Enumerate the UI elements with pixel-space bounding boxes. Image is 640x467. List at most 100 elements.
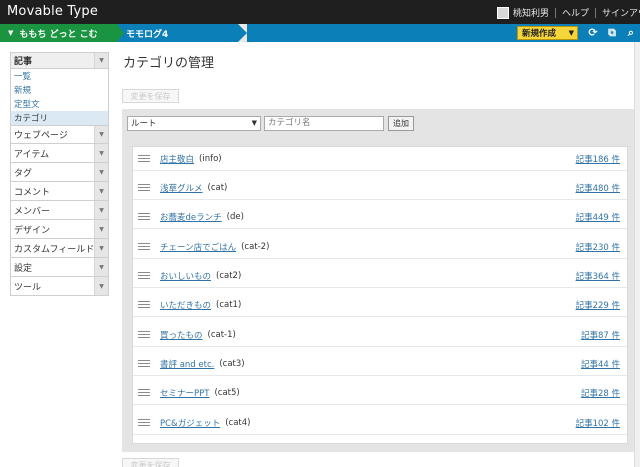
sidebar-item-assets[interactable]: アイテム ▼ [10, 144, 109, 163]
drag-handle-icon[interactable] [138, 419, 150, 426]
user-name-link[interactable]: 桃知利男 [513, 6, 549, 19]
entry-count-link[interactable]: 記事229 件 [576, 299, 620, 311]
drag-handle-icon[interactable] [138, 184, 150, 191]
list-item[interactable]: 店主敬白 (info) 記事186 件 [133, 147, 627, 171]
category-name-link[interactable]: 買ったもの [160, 329, 203, 341]
category-basename: (cat-2) [241, 241, 270, 252]
entry-count-link[interactable]: 記事102 件 [576, 417, 620, 429]
drag-handle-icon[interactable] [138, 360, 150, 367]
category-name-link[interactable]: 書評 and etc. [160, 358, 214, 370]
blog-crumb[interactable]: モモログ4 [117, 24, 247, 42]
caret-down-icon[interactable]: ▼ [94, 53, 108, 68]
entry-count-link[interactable]: 記事44 件 [581, 358, 620, 370]
sidebar-item-settings[interactable]: 設定 ▼ [10, 258, 109, 277]
category-name-link[interactable]: 店主敬白 [160, 153, 194, 165]
sidebar-submenu: 一覧 新規 定型文 カテゴリ [10, 69, 109, 125]
sidebar-item-label: タグ [14, 168, 33, 179]
category-name-link[interactable]: チェーン店でごはん [160, 241, 236, 253]
category-name-link[interactable]: おいしいもの [160, 270, 211, 282]
help-link[interactable]: ヘルプ [562, 6, 589, 19]
parent-category-select[interactable]: ルート ▼ [127, 115, 261, 131]
save-changes-button-top[interactable]: 変更を保存 [122, 89, 179, 103]
category-basename: (cat5) [214, 387, 240, 398]
caret-down-icon[interactable]: ▼ [94, 201, 108, 219]
sidebar-section-entries[interactable]: 記事 ▼ [10, 52, 109, 69]
sidebar-item-webpages[interactable]: ウェブページ ▼ [10, 125, 109, 144]
sidebar-item-label: ウェブページ [14, 131, 68, 141]
user-avatar[interactable] [497, 6, 509, 19]
app-logo[interactable]: Movable Type [7, 4, 98, 19]
category-name-input[interactable] [264, 115, 384, 131]
page-title: カテゴリの管理 [123, 56, 215, 71]
caret-down-icon[interactable]: ▼ [94, 144, 108, 162]
category-name-link[interactable]: セミナーPPT [160, 387, 209, 399]
entry-count-link[interactable]: 記事230 件 [576, 241, 620, 253]
signout-link[interactable]: サインアウト [602, 6, 640, 19]
sidebar-item-tags[interactable]: タグ ▼ [10, 163, 109, 182]
site-name: ももち どっと こむ [19, 29, 98, 40]
list-item[interactable]: 書評 and etc. (cat3) 記事44 件 [133, 352, 627, 376]
submenu-item-boilerplate[interactable]: 定型文 [11, 97, 108, 111]
list-item[interactable]: チェーン店でごはん (cat-2) 記事230 件 [133, 235, 627, 259]
entry-count-link[interactable]: 記事364 件 [576, 270, 620, 282]
sidebar-item-comments[interactable]: コメント ▼ [10, 182, 109, 201]
list-item[interactable]: セミナーPPT (cat5) 記事28 件 [133, 381, 627, 405]
drag-handle-icon[interactable] [138, 213, 150, 220]
submenu-item-list[interactable]: 一覧 [11, 69, 108, 83]
list-item[interactable]: 浅草グルメ (cat) 記事480 件 [133, 176, 627, 200]
sidebar-item-members[interactable]: メンバー ▼ [10, 201, 109, 220]
list-item[interactable]: PC&ガジェット (cat4) 記事102 件 [133, 411, 627, 435]
site-switcher[interactable]: ▼ ももち どっと こむ [0, 24, 118, 42]
save-changes-button-bottom[interactable]: 変更を保存 [122, 458, 179, 467]
drag-handle-icon[interactable] [138, 155, 150, 162]
divider [595, 7, 597, 18]
entry-count-link[interactable]: 記事186 件 [576, 153, 620, 165]
blogbar-background [247, 24, 640, 42]
entry-count-link[interactable]: 記事87 件 [581, 329, 620, 341]
caret-down-icon[interactable]: ▼ [94, 220, 108, 238]
category-name-link[interactable]: お蕎麦deランチ [160, 211, 222, 223]
sidebar-item-custom-fields[interactable]: カスタムフィールド ▼ [10, 239, 109, 258]
drag-handle-icon[interactable] [138, 272, 150, 279]
category-basename: (de) [226, 211, 244, 222]
category-name-link[interactable]: PC&ガジェット [160, 417, 220, 429]
external-view-icon[interactable]: ⧉ [606, 27, 618, 39]
sidebar-item-label: コメント [14, 187, 51, 198]
entry-count-link[interactable]: 記事28 件 [581, 387, 620, 399]
category-list: 店主敬白 (info) 記事186 件 浅草グルメ (cat) 記事480 件 … [132, 146, 628, 444]
page-scrollbar[interactable] [634, 42, 640, 467]
add-category-button[interactable]: 追加 [388, 115, 414, 131]
drag-handle-icon[interactable] [138, 301, 150, 308]
caret-down-icon[interactable]: ▼ [94, 239, 108, 257]
list-item[interactable]: おいしいもの (cat2) 記事364 件 [133, 264, 627, 288]
sidebar-item-design[interactable]: デザイン ▼ [10, 220, 109, 239]
sidebar-item-tools[interactable]: ツール ▼ [10, 277, 109, 296]
submenu-item-category[interactable]: カテゴリ [11, 111, 108, 125]
top-bar: Movable Type 桃知利男 ヘルプ サインアウト [0, 0, 640, 24]
list-item[interactable]: いただきもの (cat1) 記事229 件 [133, 293, 627, 317]
caret-down-icon[interactable]: ▼ [94, 258, 108, 276]
caret-down-icon[interactable]: ▼ [94, 126, 108, 143]
blog-name: モモログ4 [126, 29, 169, 40]
search-icon[interactable]: ⌕ [625, 27, 637, 39]
sidebar-item-label: カスタムフィールド [14, 244, 95, 255]
refresh-icon[interactable]: ⟳ [587, 27, 599, 39]
sidebar-section-label: 記事 [14, 57, 33, 67]
sidebar-item-label: アイテム [14, 149, 50, 160]
submenu-item-new[interactable]: 新規 [11, 83, 108, 97]
list-item[interactable]: お蕎麦deランチ (de) 記事449 件 [133, 205, 627, 229]
entry-count-link[interactable]: 記事449 件 [576, 211, 620, 223]
caret-down-icon[interactable]: ▼ [94, 277, 108, 295]
category-basename: (cat) [207, 182, 228, 193]
caret-down-icon: ▼ [251, 118, 257, 127]
drag-handle-icon[interactable] [138, 389, 150, 396]
caret-down-icon[interactable]: ▼ [94, 163, 108, 181]
drag-handle-icon[interactable] [138, 243, 150, 250]
category-name-link[interactable]: 浅草グルメ [160, 182, 203, 194]
entry-count-link[interactable]: 記事480 件 [576, 182, 620, 194]
caret-down-icon[interactable]: ▼ [94, 182, 108, 200]
new-create-button[interactable]: 新規作成 ▼ [517, 26, 578, 40]
category-name-link[interactable]: いただきもの [160, 299, 211, 311]
list-item[interactable]: 買ったもの (cat-1) 記事87 件 [133, 323, 627, 347]
drag-handle-icon[interactable] [138, 331, 150, 338]
